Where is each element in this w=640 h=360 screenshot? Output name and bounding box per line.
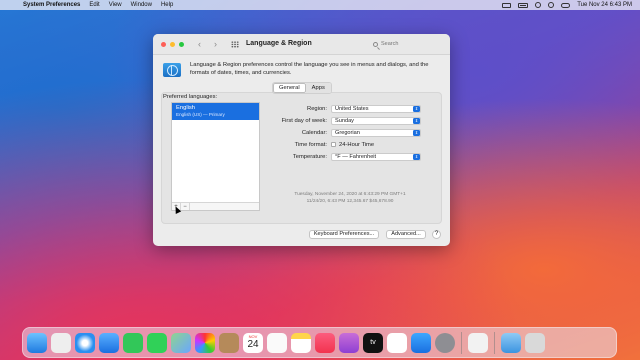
tv-icon[interactable]: tv: [363, 332, 383, 353]
time-format-row: Time format: 24-Hour Time: [273, 140, 433, 149]
calendar-day: 24: [247, 338, 259, 350]
help-button[interactable]: ?: [432, 230, 441, 239]
region-row: Region: United States ⇕: [273, 104, 433, 113]
messages-icon[interactable]: [147, 332, 167, 353]
preferred-languages-label: Preferred languages:: [163, 94, 218, 100]
close-button[interactable]: [161, 42, 166, 47]
menu-window[interactable]: Window: [131, 0, 152, 10]
menu-app-name[interactable]: System Preferences: [23, 0, 80, 10]
battery-icon[interactable]: [518, 2, 529, 8]
advanced-button[interactable]: Advanced...: [386, 230, 426, 239]
title-bar: ‹ › Language & Region: [153, 34, 450, 55]
screen-mirroring-icon[interactable]: [502, 2, 512, 8]
downloads-folder-icon[interactable]: [501, 332, 521, 353]
news-icon[interactable]: [387, 332, 407, 353]
reminders-icon[interactable]: [267, 332, 287, 353]
photos-icon[interactable]: [195, 332, 215, 353]
language-name: English: [176, 105, 196, 111]
control-center-icon[interactable]: [561, 2, 571, 8]
calendar-icon[interactable]: NOV 24: [243, 332, 263, 353]
minimize-button[interactable]: [170, 42, 175, 47]
system-preferences-icon[interactable]: [435, 332, 455, 353]
temperature-popup[interactable]: °F — Fahrenheit ⇕: [331, 152, 421, 161]
calendar-popup[interactable]: Gregorian ⇕: [331, 128, 421, 137]
intro: Language & Region preferences control th…: [163, 61, 443, 77]
spotlight-icon[interactable]: [548, 2, 555, 8]
updown-chevron-icon: ⇕: [413, 117, 420, 124]
temperature-value: °F — Fahrenheit: [335, 153, 377, 160]
language-region-window: ‹ › Language & Region Language & Region …: [153, 34, 450, 246]
updown-chevron-icon: ⇕: [413, 105, 420, 112]
region-popup[interactable]: United States ⇕: [331, 104, 421, 113]
list-footer: + −: [172, 202, 259, 210]
flag-globe-icon: [163, 63, 181, 77]
menu-edit[interactable]: Edit: [89, 0, 99, 10]
calendar-label: Calendar:: [301, 129, 327, 136]
temperature-label: Temperature:: [292, 153, 327, 160]
search-icon: [373, 41, 378, 47]
calendar-value: Gregorian: [335, 129, 360, 136]
dock: NOV 24 tv: [22, 327, 617, 358]
maps-icon[interactable]: [171, 332, 191, 353]
first-day-popup[interactable]: Sunday ⇕: [331, 116, 421, 125]
trash-icon[interactable]: [525, 332, 545, 353]
facetime-icon[interactable]: [123, 332, 143, 353]
wifi-icon[interactable]: [535, 2, 542, 8]
temperature-row: Temperature: °F — Fahrenheit ⇕: [273, 152, 433, 161]
podcasts-icon[interactable]: [339, 332, 359, 353]
language-list: English English (US) — Primary + −: [171, 102, 260, 211]
status-area: Tue Nov 24 6:43 PM: [502, 0, 632, 10]
menu-view[interactable]: View: [109, 0, 122, 10]
remove-language-button[interactable]: −: [181, 203, 190, 210]
notes-icon[interactable]: [291, 332, 311, 353]
tab-apps[interactable]: Apps: [305, 83, 331, 93]
list-item[interactable]: English English (US) — Primary: [172, 103, 259, 120]
tab-bar: General Apps: [272, 82, 332, 94]
back-chevron-icon[interactable]: ‹: [198, 39, 201, 49]
menu-help[interactable]: Help: [161, 0, 173, 10]
music-icon[interactable]: [315, 332, 335, 353]
first-day-value: Sunday: [335, 117, 354, 124]
checkbox-box[interactable]: [331, 142, 336, 147]
preview-icon[interactable]: [468, 332, 488, 353]
launchpad-icon[interactable]: [51, 332, 71, 353]
window-controls: [161, 42, 184, 47]
updown-chevron-icon: ⇕: [413, 129, 420, 136]
keyboard-preferences-button[interactable]: Keyboard Preferences...: [309, 230, 379, 239]
time-format-label: Time format:: [294, 141, 327, 148]
region-value: United States: [335, 105, 369, 112]
first-day-row: First day of week: Sunday ⇕: [273, 116, 433, 125]
tab-general[interactable]: General: [273, 83, 306, 93]
search-field[interactable]: [373, 39, 441, 49]
language-detail: English (US) — Primary: [176, 112, 225, 117]
sample-number-line: 11/24/20, 6:43 PM 12,345.67 $45,678.90: [306, 198, 394, 204]
finder-icon[interactable]: [27, 332, 47, 353]
dock-separator: [494, 331, 495, 354]
mail-icon[interactable]: [99, 332, 119, 353]
menu-clock[interactable]: Tue Nov 24 6:43 PM: [577, 2, 632, 8]
dock-separator: [461, 331, 462, 354]
forward-chevron-icon[interactable]: ›: [214, 39, 217, 49]
updown-chevron-icon: ⇕: [413, 153, 420, 160]
show-all-grid-icon[interactable]: [231, 41, 239, 48]
24-hour-label: 24-Hour Time: [339, 141, 375, 148]
menu-bar: System Preferences Edit View Window Help…: [0, 0, 640, 10]
calendar-row: Calendar: Gregorian ⇕: [273, 128, 433, 137]
region-label: Region:: [307, 105, 327, 112]
contacts-icon[interactable]: [219, 332, 239, 353]
zoom-button[interactable]: [179, 42, 184, 47]
safari-icon[interactable]: [75, 332, 95, 353]
app-store-icon[interactable]: [411, 332, 431, 353]
first-day-label: First day of week:: [281, 117, 327, 124]
format-sample: Tuesday, November 24, 2020 at 6:43:29 PM…: [265, 192, 435, 205]
intro-text: Language & Region preferences control th…: [190, 62, 429, 76]
24-hour-checkbox[interactable]: 24-Hour Time: [331, 142, 374, 148]
window-title: Language & Region: [246, 40, 312, 47]
search-input[interactable]: [381, 41, 436, 47]
